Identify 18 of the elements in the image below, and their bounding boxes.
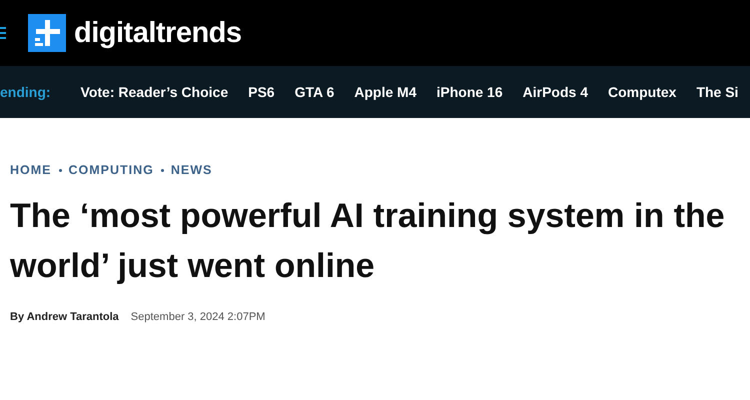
menu-icon[interactable] bbox=[0, 26, 6, 40]
author-link[interactable]: By Andrew Tarantola bbox=[10, 311, 119, 323]
trending-link[interactable]: Apple M4 bbox=[354, 84, 416, 100]
trending-label: ending: bbox=[0, 84, 51, 100]
logo-icon[interactable] bbox=[28, 14, 66, 52]
breadcrumb-link[interactable]: COMPUTING bbox=[68, 163, 154, 177]
trending-link[interactable]: AirPods 4 bbox=[522, 84, 588, 100]
trending-link[interactable]: Computex bbox=[608, 84, 676, 100]
publish-date: September 3, 2024 2:07PM bbox=[130, 311, 266, 323]
trending-link[interactable]: The Si bbox=[696, 84, 738, 100]
trending-link[interactable]: iPhone 16 bbox=[436, 84, 503, 100]
article-headline: The ‘most powerful AI training system in the world’ just went online bbox=[10, 196, 726, 287]
logo-text[interactable]: digitaltrends bbox=[74, 16, 242, 50]
trending-link[interactable]: GTA 6 bbox=[294, 84, 334, 100]
trending-link[interactable]: PS6 bbox=[248, 84, 275, 100]
breadcrumb-link[interactable]: HOME bbox=[10, 163, 52, 177]
trending-link[interactable]: Vote: Reader’s Choice bbox=[80, 84, 228, 100]
breadcrumb-link[interactable]: NEWS bbox=[170, 163, 212, 177]
